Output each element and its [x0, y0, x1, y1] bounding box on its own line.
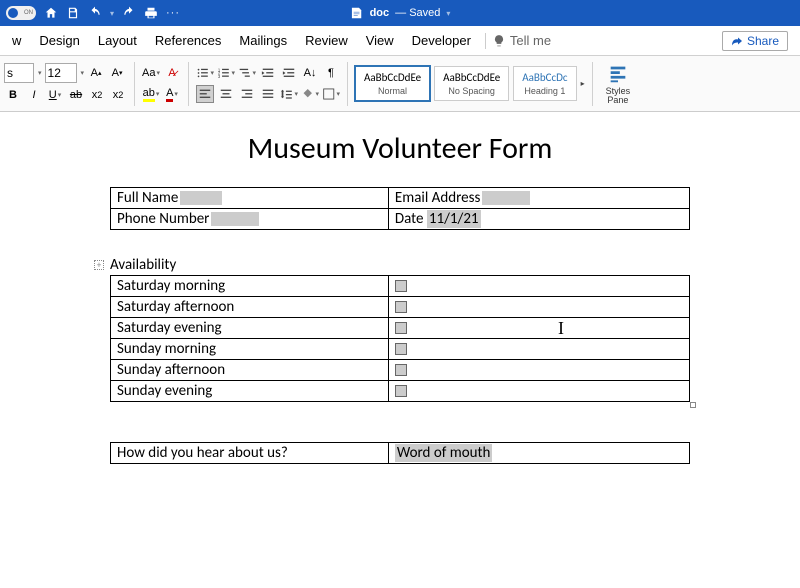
date-label: Date [395, 210, 424, 228]
numbering-button[interactable]: 123▾ [217, 64, 235, 82]
table-row: Saturday morning [111, 276, 690, 297]
hear-label[interactable]: How did you hear about us? [111, 443, 389, 464]
line-spacing-button[interactable]: ▾ [280, 85, 298, 103]
highlight-button[interactable]: ab▾ [142, 85, 160, 103]
checkbox[interactable] [395, 364, 407, 376]
styles-gallery[interactable]: AaBbCcDdEe Normal AaBbCcDdEe No Spacing … [355, 66, 585, 101]
style-normal[interactable]: AaBbCcDdEe Normal [355, 66, 430, 101]
lightbulb-icon [492, 34, 506, 48]
tab-view[interactable]: View [358, 29, 402, 52]
redo-icon[interactable] [122, 6, 136, 20]
full-name-field[interactable] [180, 191, 222, 205]
tab-design[interactable]: Design [31, 29, 87, 52]
contact-table[interactable]: Full Name Email Address Phone Number Dat… [110, 187, 690, 230]
bold-button[interactable]: B [4, 86, 22, 104]
qat-more-icon[interactable]: ··· [166, 7, 180, 19]
superscript-button[interactable]: x2 [109, 86, 127, 104]
phone-field[interactable] [211, 212, 259, 226]
page[interactable]: Museum Volunteer Form Full Name Email Ad… [50, 112, 750, 588]
email-field[interactable] [482, 191, 530, 205]
style-heading-1[interactable]: AaBbCcDc Heading 1 [513, 66, 576, 101]
undo-icon[interactable] [88, 6, 102, 20]
shading-button[interactable]: ▾ [301, 85, 319, 103]
dec-indent-button[interactable] [259, 64, 277, 82]
table-row: Full Name Email Address [111, 188, 690, 209]
full-name-label: Full Name [117, 189, 178, 207]
style-no-spacing[interactable]: AaBbCcDdEe No Spacing [434, 66, 509, 101]
print-icon[interactable] [144, 6, 158, 20]
tell-me-search[interactable]: Tell me [492, 33, 551, 48]
multilevel-list-button[interactable]: ▾ [238, 64, 256, 82]
checkbox[interactable] [395, 343, 407, 355]
table-anchor-icon[interactable]: + [94, 260, 104, 270]
align-left-button[interactable] [196, 85, 214, 103]
tab-layout[interactable]: Layout [90, 29, 145, 52]
tab-review[interactable]: Review [297, 29, 356, 52]
clear-format-button[interactable]: A̷ [163, 64, 181, 82]
checkbox[interactable] [395, 301, 407, 313]
autosave-toggle[interactable]: ON [6, 6, 36, 20]
save-icon[interactable] [66, 6, 80, 20]
share-button[interactable]: Share [722, 31, 788, 51]
availability-heading[interactable]: Availability [110, 256, 690, 274]
show-marks-button[interactable]: ¶ [322, 64, 340, 82]
table-row: How did you hear about us? Word of mouth [111, 443, 690, 464]
table-row: Sunday morning [111, 339, 690, 360]
date-field[interactable]: 11/1/21 [427, 210, 481, 228]
shrink-font-button[interactable]: A▾ [108, 64, 126, 82]
strikethrough-button[interactable]: ab [67, 86, 85, 104]
table-row: Saturday evening [111, 318, 690, 339]
borders-button[interactable]: ▾ [322, 85, 340, 103]
title-bar: ON ▾ ··· doc — Saved ▾ [0, 0, 800, 26]
grow-font-button[interactable]: A▴ [87, 64, 105, 82]
font-color-button[interactable]: A▾ [163, 85, 181, 103]
tab-references[interactable]: References [147, 29, 229, 52]
document-title[interactable]: Museum Volunteer Form [110, 130, 690, 167]
document-area[interactable]: Museum Volunteer Form Full Name Email Ad… [0, 112, 800, 588]
styles-more-icon[interactable]: ▸ [581, 79, 585, 88]
styles-pane-icon [607, 63, 629, 85]
title-dropdown-icon[interactable]: ▾ [446, 9, 450, 18]
styles-pane-button[interactable]: Styles Pane [600, 63, 637, 105]
ribbon: ▾ ▾ A▴ A▾ B I U▾ ab x2 x2 Aa▾ A̷ ab▾ A▾ … [0, 56, 800, 112]
word-doc-icon [350, 6, 364, 20]
justify-button[interactable] [259, 85, 277, 103]
font-size-select[interactable] [45, 63, 77, 83]
availability-table[interactable]: Saturday morning Saturday afternoon Satu… [110, 275, 690, 402]
inc-indent-button[interactable] [280, 64, 298, 82]
subscript-button[interactable]: x2 [88, 86, 106, 104]
table-resize-handle[interactable] [690, 402, 696, 408]
table-row: Sunday evening [111, 381, 690, 402]
tab-developer[interactable]: Developer [404, 29, 479, 52]
phone-label: Phone Number [117, 210, 209, 228]
undo-dropdown-icon[interactable]: ▾ [110, 9, 114, 18]
change-case-button[interactable]: Aa▾ [142, 64, 160, 82]
checkbox[interactable] [395, 280, 407, 292]
hear-about-table[interactable]: How did you hear about us? Word of mouth [110, 442, 690, 464]
bullets-button[interactable]: ▾ [196, 64, 214, 82]
checkbox[interactable] [395, 385, 407, 397]
tab-draw[interactable]: w [4, 29, 29, 52]
hear-value-field[interactable]: Word of mouth [395, 444, 492, 462]
svg-text:3: 3 [218, 74, 221, 79]
home-icon[interactable] [44, 6, 58, 20]
table-row: Sunday afternoon [111, 360, 690, 381]
table-row: Saturday afternoon [111, 297, 690, 318]
align-right-button[interactable] [238, 85, 256, 103]
table-row: Phone Number Date 11/1/21 [111, 209, 690, 230]
email-label: Email Address [395, 189, 480, 207]
document-save-state: — Saved [395, 7, 440, 19]
checkbox[interactable] [395, 322, 407, 334]
share-icon [731, 35, 743, 47]
align-center-button[interactable] [217, 85, 235, 103]
sort-button[interactable]: A↓ [301, 64, 319, 82]
menu-bar: w Design Layout References Mailings Revi… [0, 26, 800, 56]
italic-button[interactable]: I [25, 86, 43, 104]
document-name[interactable]: doc [370, 7, 390, 19]
font-name-select[interactable] [4, 63, 34, 83]
tab-mailings[interactable]: Mailings [231, 29, 295, 52]
underline-button[interactable]: U▾ [46, 86, 64, 104]
